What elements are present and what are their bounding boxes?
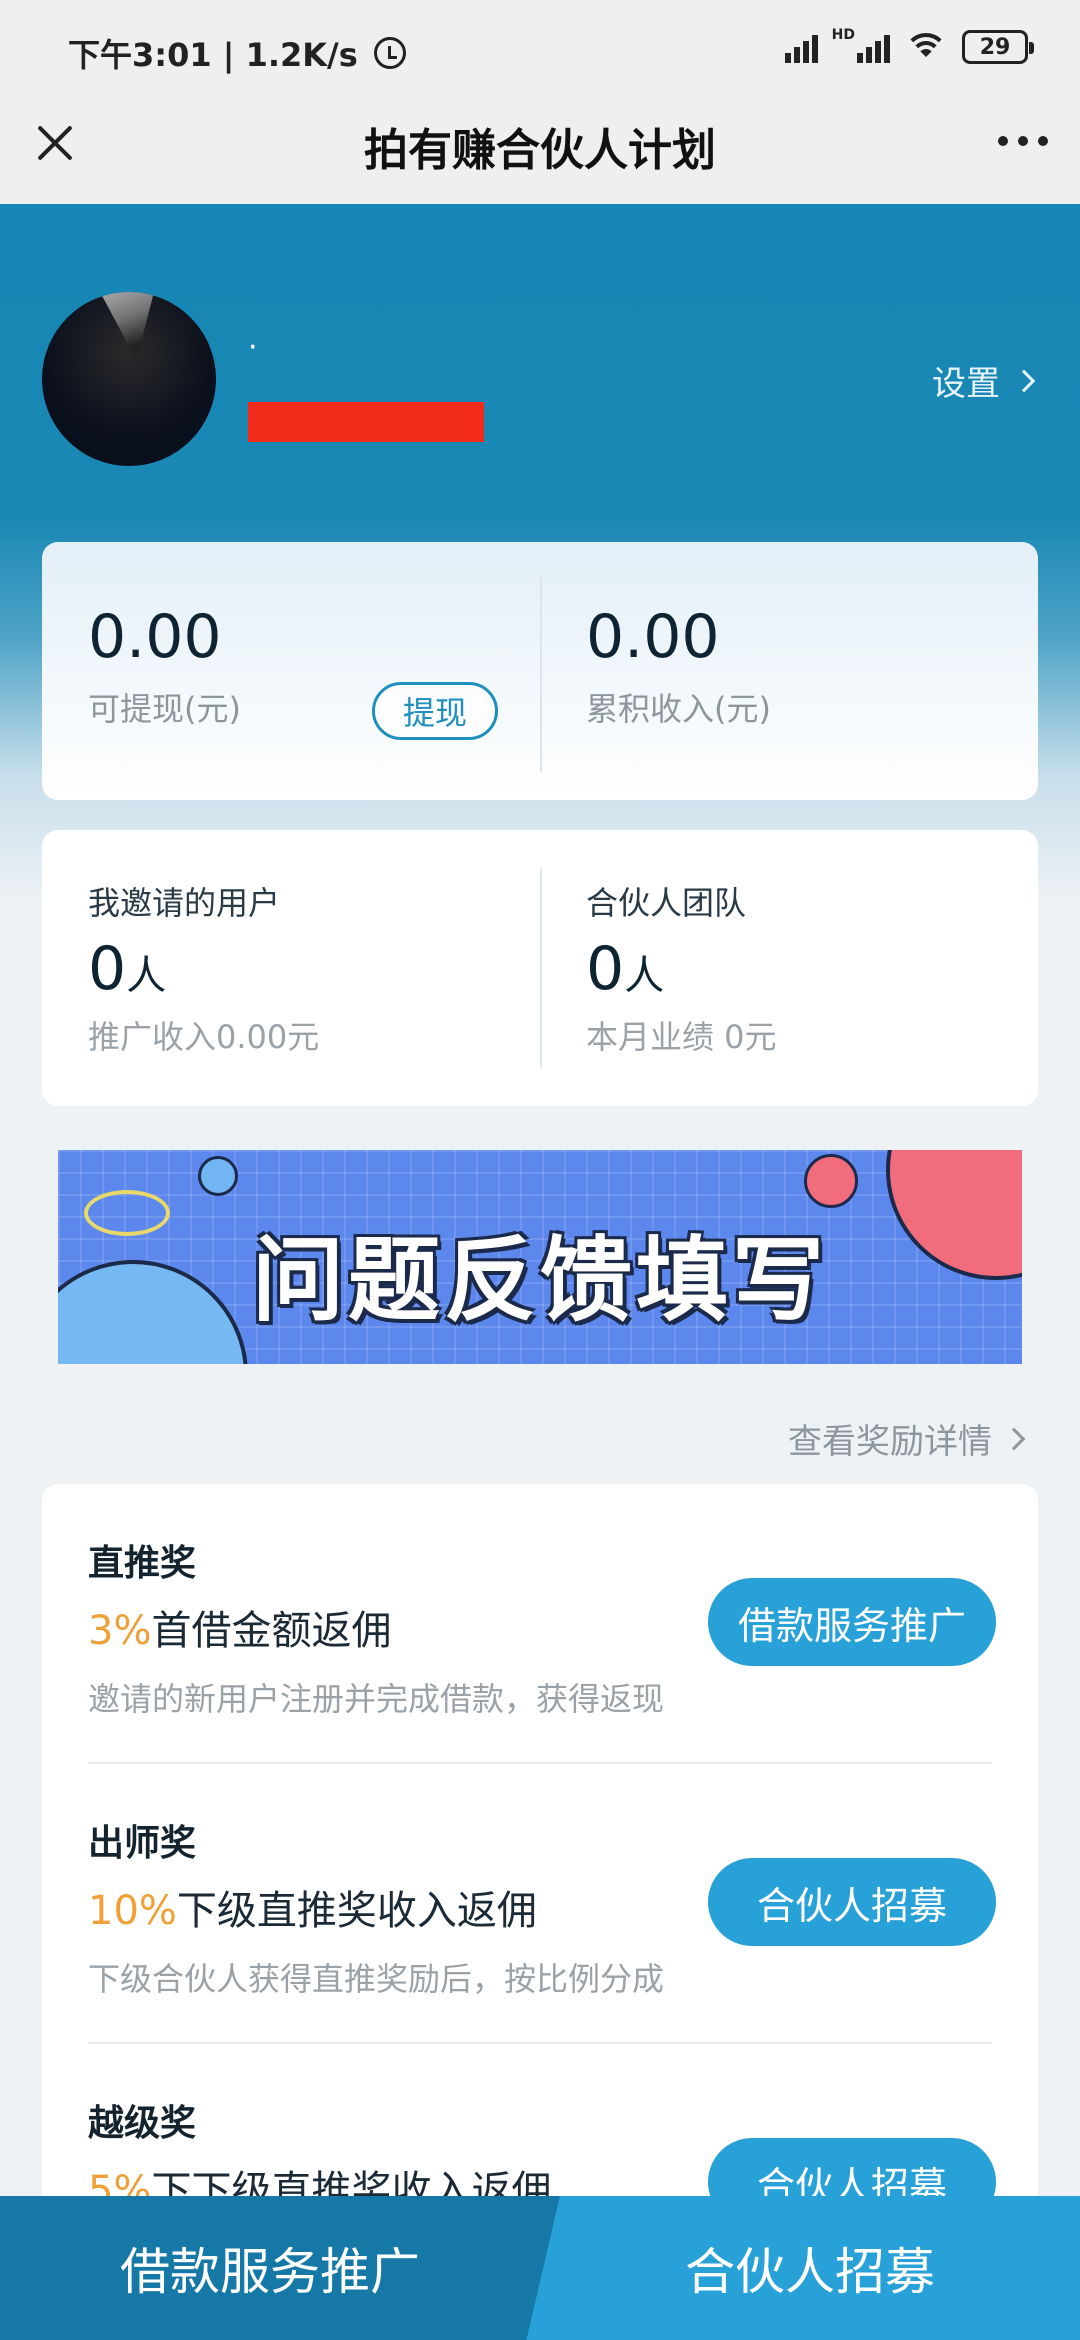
promotion-income: 推广收入0.00元 bbox=[88, 1018, 320, 1056]
total-income-label: 累积收入(元) bbox=[586, 690, 771, 728]
invited-users-stat[interactable]: 我邀请的用户 0人 推广收入0.00元 bbox=[42, 830, 540, 1106]
invited-users-count: 0人 bbox=[88, 934, 167, 1004]
chevron-right-icon bbox=[1012, 369, 1036, 392]
banner-decoration bbox=[198, 1156, 238, 1196]
invited-users-label: 我邀请的用户 bbox=[88, 884, 281, 922]
signal-icon-hd bbox=[857, 31, 890, 63]
monthly-performance: 本月业绩 0元 bbox=[586, 1018, 777, 1056]
feedback-banner[interactable]: 问题反馈填写 bbox=[58, 1150, 1022, 1364]
alarm-icon bbox=[373, 37, 406, 69]
reward-details-label: 查看奖励详情 bbox=[788, 1422, 992, 1462]
reward-rate-text: 首借金额返佣 bbox=[151, 1608, 392, 1654]
reward-rate: 10% bbox=[88, 1888, 177, 1934]
withdrawable-stat: 0.00 可提现(元) 提现 bbox=[42, 542, 540, 800]
withdrawable-value: 0.00 bbox=[88, 602, 222, 672]
banner-decoration bbox=[804, 1154, 858, 1208]
banner-title: 问题反馈填写 bbox=[251, 1227, 828, 1334]
total-income-value: 0.00 bbox=[586, 602, 720, 672]
reward-details-link[interactable]: 查看奖励详情 bbox=[788, 1414, 1026, 1463]
loan-promotion-button[interactable]: 借款服务推广 bbox=[708, 1578, 996, 1666]
signal-icon bbox=[784, 31, 818, 63]
loan-promotion-tab[interactable]: 借款服务推广 bbox=[0, 2196, 540, 2340]
reward-desc: 邀请的新用户注册并完成借款，获得返现 bbox=[88, 1680, 665, 1718]
wifi-icon bbox=[904, 31, 948, 63]
withdrawable-label: 可提现(元) bbox=[88, 690, 241, 728]
redacted-info bbox=[248, 402, 484, 442]
battery-icon: 29 bbox=[962, 30, 1034, 64]
more-icon[interactable] bbox=[998, 136, 1048, 146]
withdraw-button[interactable]: 提现 bbox=[372, 682, 498, 740]
reward-rate-line: 3%首借金额返佣 bbox=[88, 1598, 391, 1656]
reward-item-direct: 直推奖 3%首借金额返佣 邀请的新用户注册并完成借款，获得返现 借款服务推广 bbox=[42, 1484, 1038, 1764]
status-left: 下午3:01 | 1.2K/s bbox=[68, 30, 406, 76]
partner-team-label: 合伙人团队 bbox=[586, 884, 747, 922]
reward-item-mentor: 出师奖 10%下级直推奖收入返佣 下级合伙人获得直推奖励后，按比例分成 合伙人招… bbox=[42, 1764, 1038, 2044]
partner-team-stat[interactable]: 合伙人团队 0人 本月业绩 0元 bbox=[540, 830, 1038, 1106]
status-bar: 下午3:01 | 1.2K/s HD 29 bbox=[0, 0, 1080, 100]
reward-rate-text: 下级直推奖收入返佣 bbox=[176, 1888, 537, 1934]
status-time-speed: 下午3:01 | 1.2K/s bbox=[68, 36, 358, 74]
reward-title: 越级奖 bbox=[88, 2103, 197, 2144]
hd-label: HD bbox=[831, 27, 855, 43]
reward-rate: 3% bbox=[88, 1608, 152, 1654]
settings-label: 设置 bbox=[932, 364, 1000, 404]
invite-card: 我邀请的用户 0人 推广收入0.00元 合伙人团队 0人 本月业绩 0元 bbox=[42, 830, 1038, 1106]
partner-recruit-tab[interactable]: 合伙人招募 bbox=[540, 2196, 1080, 2340]
partner-team-count: 0人 bbox=[586, 934, 665, 1004]
title-bar: 拍有赚合伙人计划 bbox=[0, 100, 1080, 204]
reward-title: 直推奖 bbox=[88, 1543, 197, 1584]
settings-link[interactable]: 设置 bbox=[932, 356, 1036, 405]
status-right: HD 29 bbox=[784, 27, 1034, 64]
bottom-action-bar: 借款服务推广 合伙人招募 bbox=[0, 2196, 1080, 2340]
page-title: 拍有赚合伙人计划 bbox=[364, 125, 716, 176]
total-income-stat: 0.00 累积收入(元) bbox=[540, 542, 1038, 800]
avatar[interactable] bbox=[42, 292, 216, 466]
reward-rate-line: 10%下级直推奖收入返佣 bbox=[88, 1878, 537, 1936]
partner-recruit-button[interactable]: 合伙人招募 bbox=[708, 1858, 996, 1946]
chevron-right-icon bbox=[1002, 1427, 1026, 1450]
reward-desc: 下级合伙人获得直推奖励后，按比例分成 bbox=[88, 1960, 665, 1998]
reward-title: 出师奖 bbox=[88, 1823, 197, 1864]
user-name: · bbox=[248, 330, 258, 365]
balance-card: 0.00 可提现(元) 提现 0.00 累积收入(元) bbox=[42, 542, 1038, 800]
